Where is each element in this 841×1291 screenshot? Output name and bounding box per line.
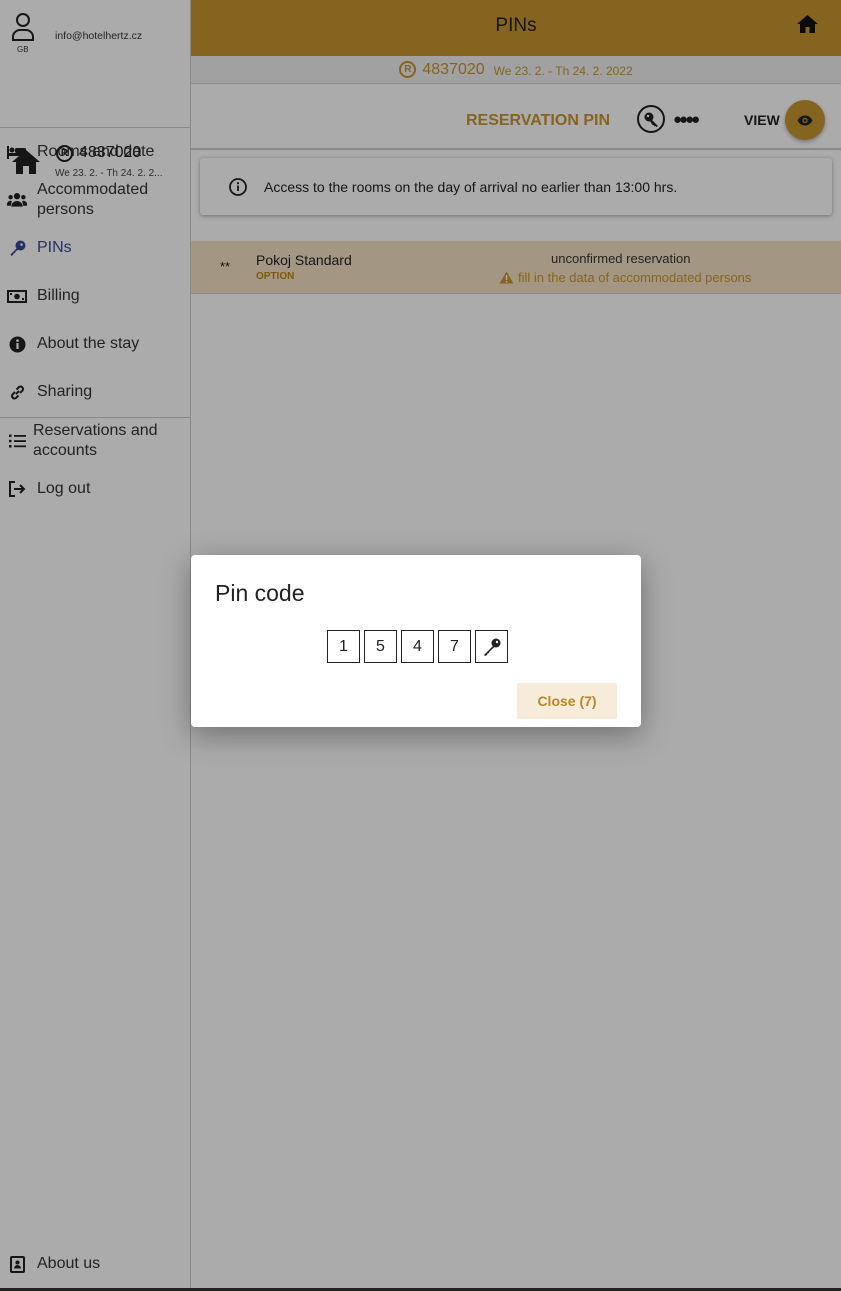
pin-digits: 1 5 4 7 (327, 630, 508, 663)
pin-digit: 5 (364, 630, 397, 663)
key-icon (475, 630, 508, 663)
close-button[interactable]: Close (7) (517, 683, 617, 719)
dialog-title: Pin code (215, 580, 305, 606)
pin-digit: 7 (438, 630, 471, 663)
pin-digit: 4 (401, 630, 434, 663)
pin-digit: 1 (327, 630, 360, 663)
pin-code-dialog: Pin code 1 5 4 7 Close (7) (191, 555, 641, 727)
